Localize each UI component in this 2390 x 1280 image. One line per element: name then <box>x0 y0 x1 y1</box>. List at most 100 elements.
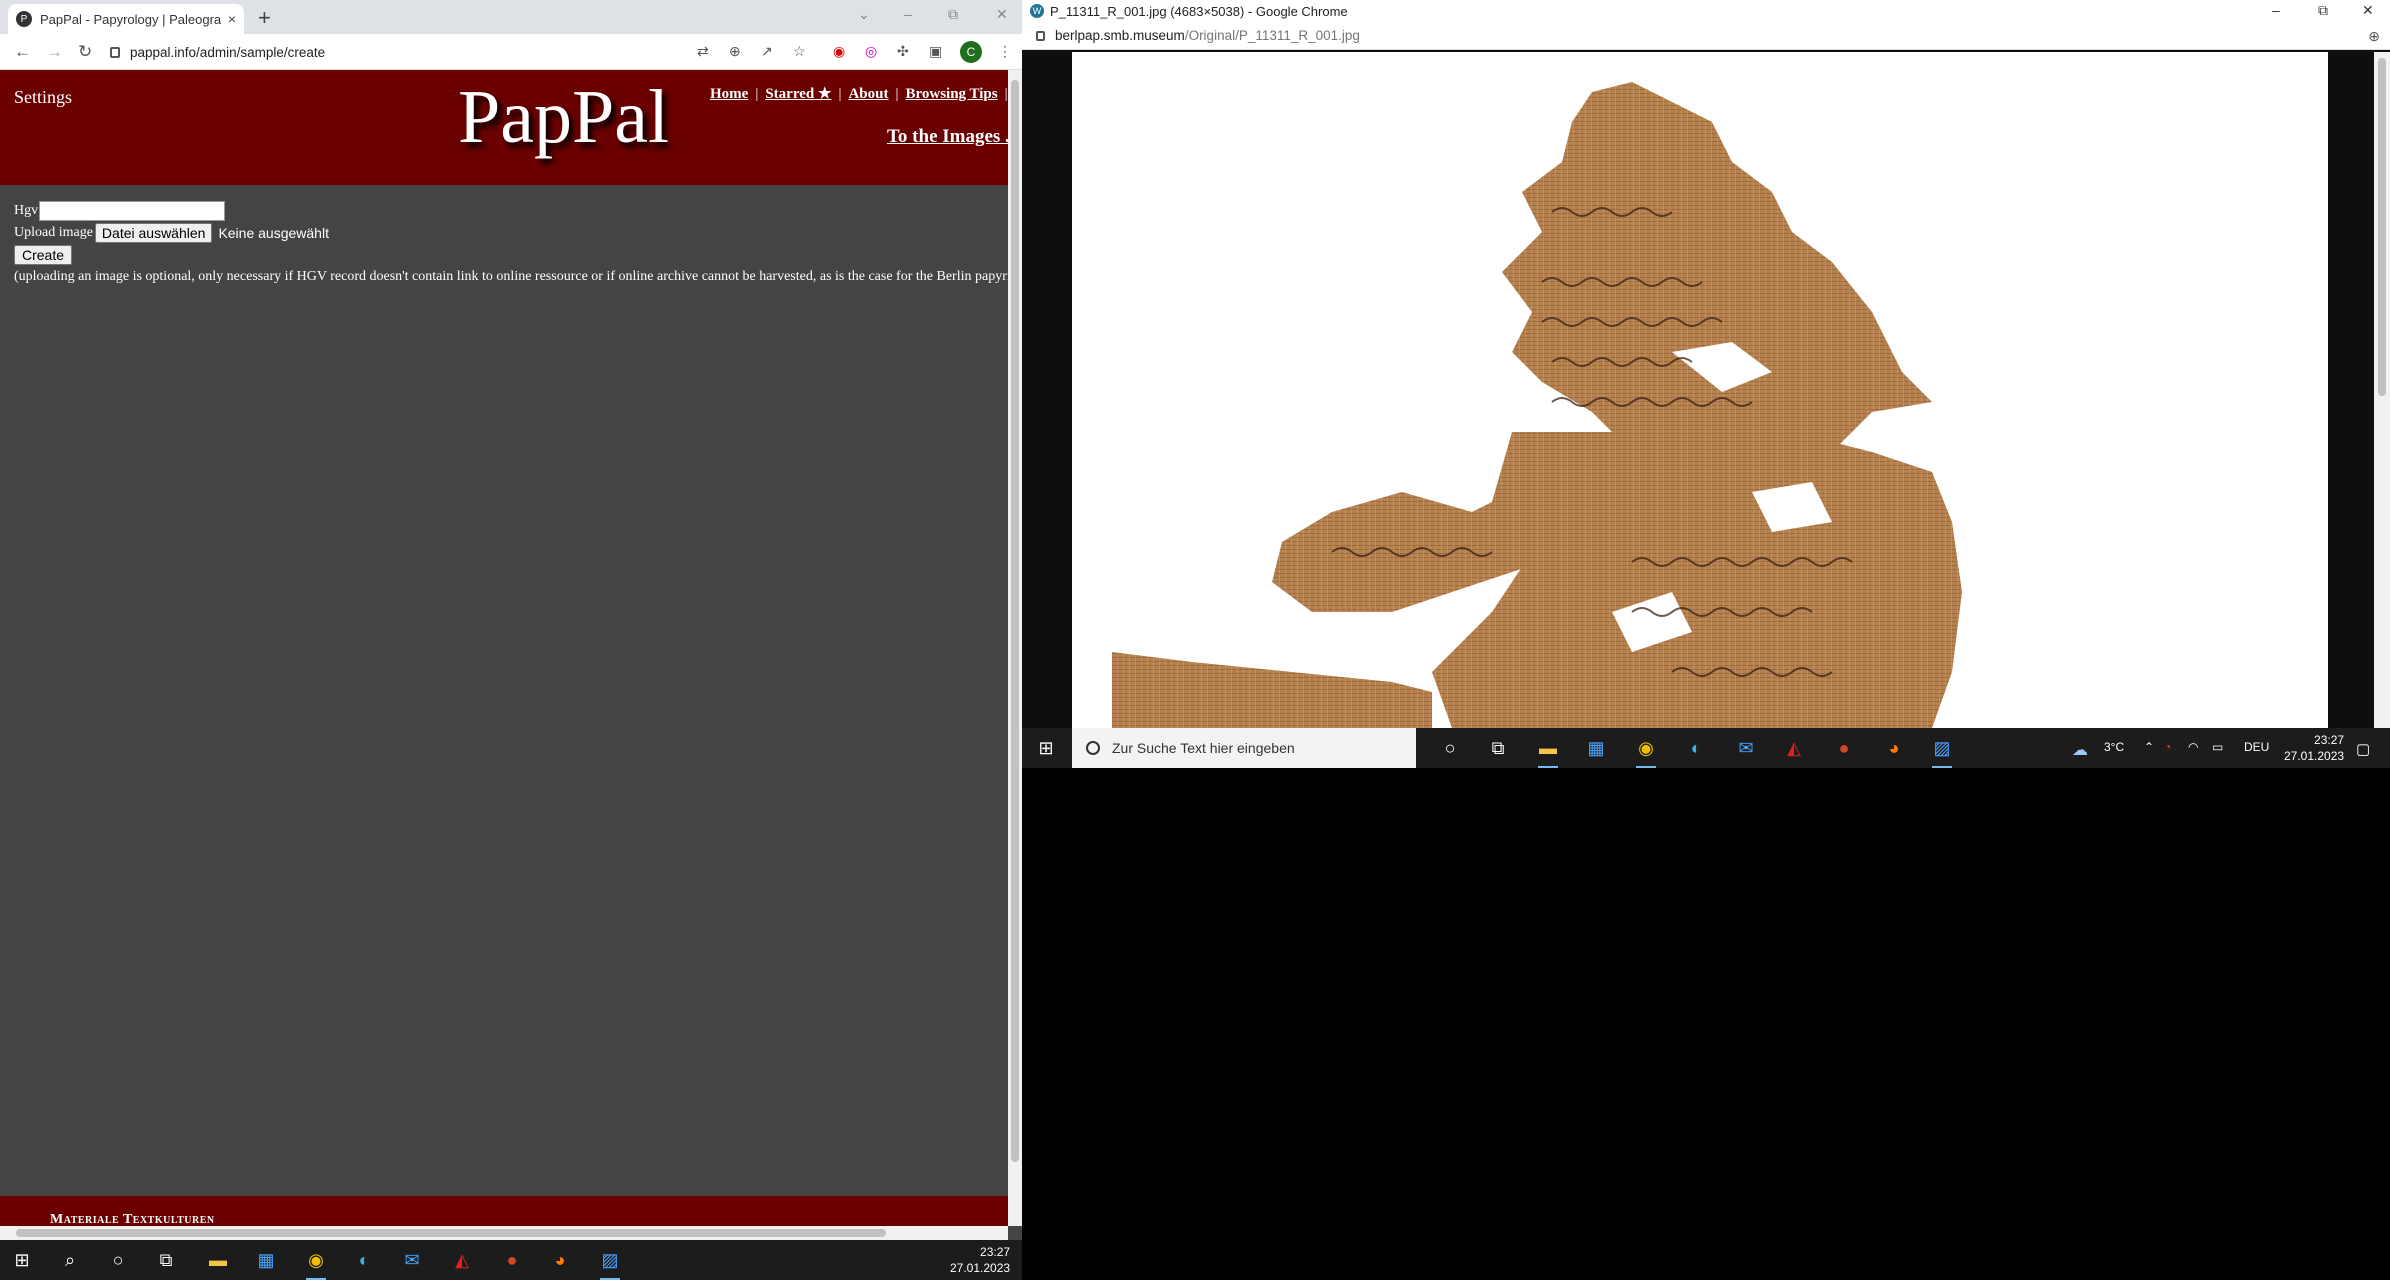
time-right: 23:27 <box>2314 733 2345 747</box>
taskbar-right: ⊞ Zur Suche Text hier eingeben ○ ⧉ ▬ ▦ ◉… <box>1022 728 2390 768</box>
upload-image-label: Upload image <box>14 225 93 240</box>
settings-link[interactable]: Settings <box>14 87 72 108</box>
store-icon[interactable]: ▦ <box>1584 736 1608 760</box>
right-url-host: berlpap.smb.museum <box>1055 28 1185 43</box>
vertical-scroll-thumb[interactable] <box>1011 80 1019 1162</box>
firefox-icon[interactable]: ◕ <box>548 1248 572 1272</box>
tab-strip: P PapPal - Papyrology | Paleograph × + ⌄… <box>0 0 1022 34</box>
site-footer: Materiale Textkulturen <box>0 1196 1008 1227</box>
site-header: Settings PapPal Home | Starred ★ | About | Bro… <box>0 70 1022 185</box>
site-logo[interactable]: PapPal <box>458 74 669 161</box>
nav-browsing-tips[interactable]: Browsing Tips <box>905 86 997 102</box>
restore-button[interactable]: ⧉ <box>948 6 958 23</box>
search-icon <box>1086 741 1100 755</box>
tab-close-icon[interactable]: × <box>228 11 236 27</box>
powerpoint-icon[interactable]: ● <box>500 1248 524 1272</box>
minimize-button[interactable]: – <box>904 6 912 22</box>
tray-network-alert-icon[interactable]: ◔ <box>2164 740 2171 754</box>
extension-red-icon[interactable]: ◉ <box>833 43 845 60</box>
store-icon[interactable]: ▦ <box>254 1248 278 1272</box>
task-view-icon[interactable]: ⧉ <box>1486 736 1510 760</box>
file-explorer-icon[interactable]: ▬ <box>206 1248 230 1272</box>
right-scroll-thumb[interactable] <box>2378 58 2386 396</box>
menu-kebab-icon[interactable]: ⋮ <box>998 43 1012 60</box>
edge-icon[interactable]: ◐ <box>352 1248 376 1272</box>
close-button[interactable]: ✕ <box>996 6 1008 23</box>
create-button[interactable]: Create <box>14 245 73 265</box>
tab-title: PapPal - Papyrology | Paleograph <box>40 11 222 27</box>
new-tab-button[interactable]: + <box>258 4 271 32</box>
nav-separator: | <box>755 86 759 102</box>
left-browser-window: P PapPal - Papyrology | Paleograph × + ⌄… <box>0 0 1022 1240</box>
weather-temp[interactable]: 3°C <box>2104 740 2124 754</box>
translate-icon[interactable]: ⇄ <box>697 43 709 60</box>
weather-cloud-icon[interactable]: ☁ <box>2072 740 2088 760</box>
right-close-button[interactable]: ✕ <box>2362 2 2374 19</box>
upload-note: (uploading an image is optional, only ne… <box>14 269 1008 284</box>
right-minimize-button[interactable]: – <box>2272 2 2280 18</box>
cortana-icon[interactable]: ○ <box>1438 736 1462 760</box>
mail-icon[interactable]: ✉ <box>400 1248 424 1272</box>
hgv-label: Hgv <box>14 203 39 218</box>
right-address-bar[interactable]: berlpap.smb.museum/Original/P_11311_R_00… <box>1022 22 2390 50</box>
zoom-icon[interactable]: ⊕ <box>729 43 741 60</box>
share-icon[interactable]: ↗ <box>761 43 773 60</box>
choose-file-button[interactable]: Datei auswählen <box>94 223 213 243</box>
date-right: 27.01.2023 <box>2284 749 2345 763</box>
mail-icon[interactable]: ✉ <box>1734 736 1758 760</box>
nav-separator: | <box>838 86 842 102</box>
horizontal-scrollbar[interactable] <box>0 1226 1008 1240</box>
taskbar-search-placeholder: Zur Suche Text hier eingeben <box>1112 740 1295 756</box>
acrobat-icon[interactable]: ◭ <box>1782 736 1806 760</box>
tray-wifi-icon[interactable]: ◠ <box>2188 740 2198 754</box>
cortana-icon[interactable]: ○ <box>106 1248 130 1272</box>
horizontal-scroll-thumb[interactable] <box>16 1229 886 1237</box>
nav-about[interactable]: About <box>848 86 888 102</box>
task-view-icon[interactable]: ⧉ <box>154 1248 178 1272</box>
chevron-down-icon[interactable]: ⌄ <box>858 6 870 23</box>
right-window-titlebar: W P_11311_R_001.jpg (4683×5038) - Google… <box>1022 0 2390 22</box>
right-restore-button[interactable]: ⧉ <box>2318 2 2328 19</box>
lock-icon <box>1036 30 1045 41</box>
forward-button[interactable]: → <box>46 42 63 62</box>
clock-left[interactable]: 23:27 27.01.2023 <box>950 1244 1010 1276</box>
nav-home[interactable]: Home <box>710 86 748 102</box>
hgv-input[interactable] <box>39 201 226 221</box>
papyrus-image[interactable] <box>1072 52 2328 728</box>
side-panel-icon[interactable]: ▣ <box>929 43 942 60</box>
bookmark-star-icon[interactable]: ☆ <box>793 43 806 60</box>
clock-right[interactable]: 23:27 27.01.2023 <box>2284 732 2344 764</box>
powerpoint-icon[interactable]: ● <box>1832 736 1856 760</box>
right-vertical-scrollbar[interactable] <box>2374 52 2390 728</box>
address-bar[interactable]: pappal.info/admin/sample/create <box>110 39 700 65</box>
nav-starred[interactable]: Starred ★ <box>765 86 831 102</box>
firefox-icon[interactable]: ◕ <box>1882 736 1906 760</box>
to-the-images-link[interactable]: To the Images ... <box>887 126 1019 148</box>
time-left: 23:27 <box>980 1245 1011 1259</box>
back-button[interactable]: ← <box>14 42 31 62</box>
chrome-icon[interactable]: ◉ <box>304 1248 328 1280</box>
reload-button[interactable]: ↻ <box>78 42 92 62</box>
photos-icon[interactable]: ▨ <box>598 1248 622 1280</box>
notification-icon[interactable]: ▢ <box>2356 740 2370 758</box>
vertical-scrollbar[interactable] <box>1008 70 1022 1226</box>
zoom-icon[interactable]: ⊕ <box>2368 28 2380 45</box>
create-sample-form: Hgv Upload image Datei auswählen Keine a… <box>14 200 1008 288</box>
tray-chevron-icon[interactable]: ⌃ <box>2144 740 2154 754</box>
search-icon[interactable]: ⌕ <box>58 1248 82 1272</box>
file-explorer-icon[interactable]: ▬ <box>1536 736 1560 768</box>
tab-pappal[interactable]: P PapPal - Papyrology | Paleograph × <box>8 4 244 34</box>
photos-icon[interactable]: ▨ <box>1930 736 1954 768</box>
acrobat-icon[interactable]: ◭ <box>450 1248 474 1272</box>
chrome-icon[interactable]: ◉ <box>1634 736 1658 768</box>
lock-icon <box>110 46 120 58</box>
language-indicator[interactable]: DEU <box>2244 740 2269 754</box>
windows-start-icon[interactable]: ⊞ <box>10 1248 34 1272</box>
tray-battery-icon[interactable]: ▭ <box>2212 740 2223 754</box>
edge-icon[interactable]: ◐ <box>1684 736 1708 760</box>
taskbar-search-box[interactable]: Zur Suche Text hier eingeben <box>1072 728 1416 768</box>
windows-start-icon[interactable]: ⊞ <box>1034 736 1058 760</box>
extensions-puzzle-icon[interactable]: ✣ <box>897 43 909 60</box>
extension-purple-icon[interactable]: ◎ <box>865 43 877 60</box>
profile-avatar[interactable]: C <box>960 41 982 63</box>
